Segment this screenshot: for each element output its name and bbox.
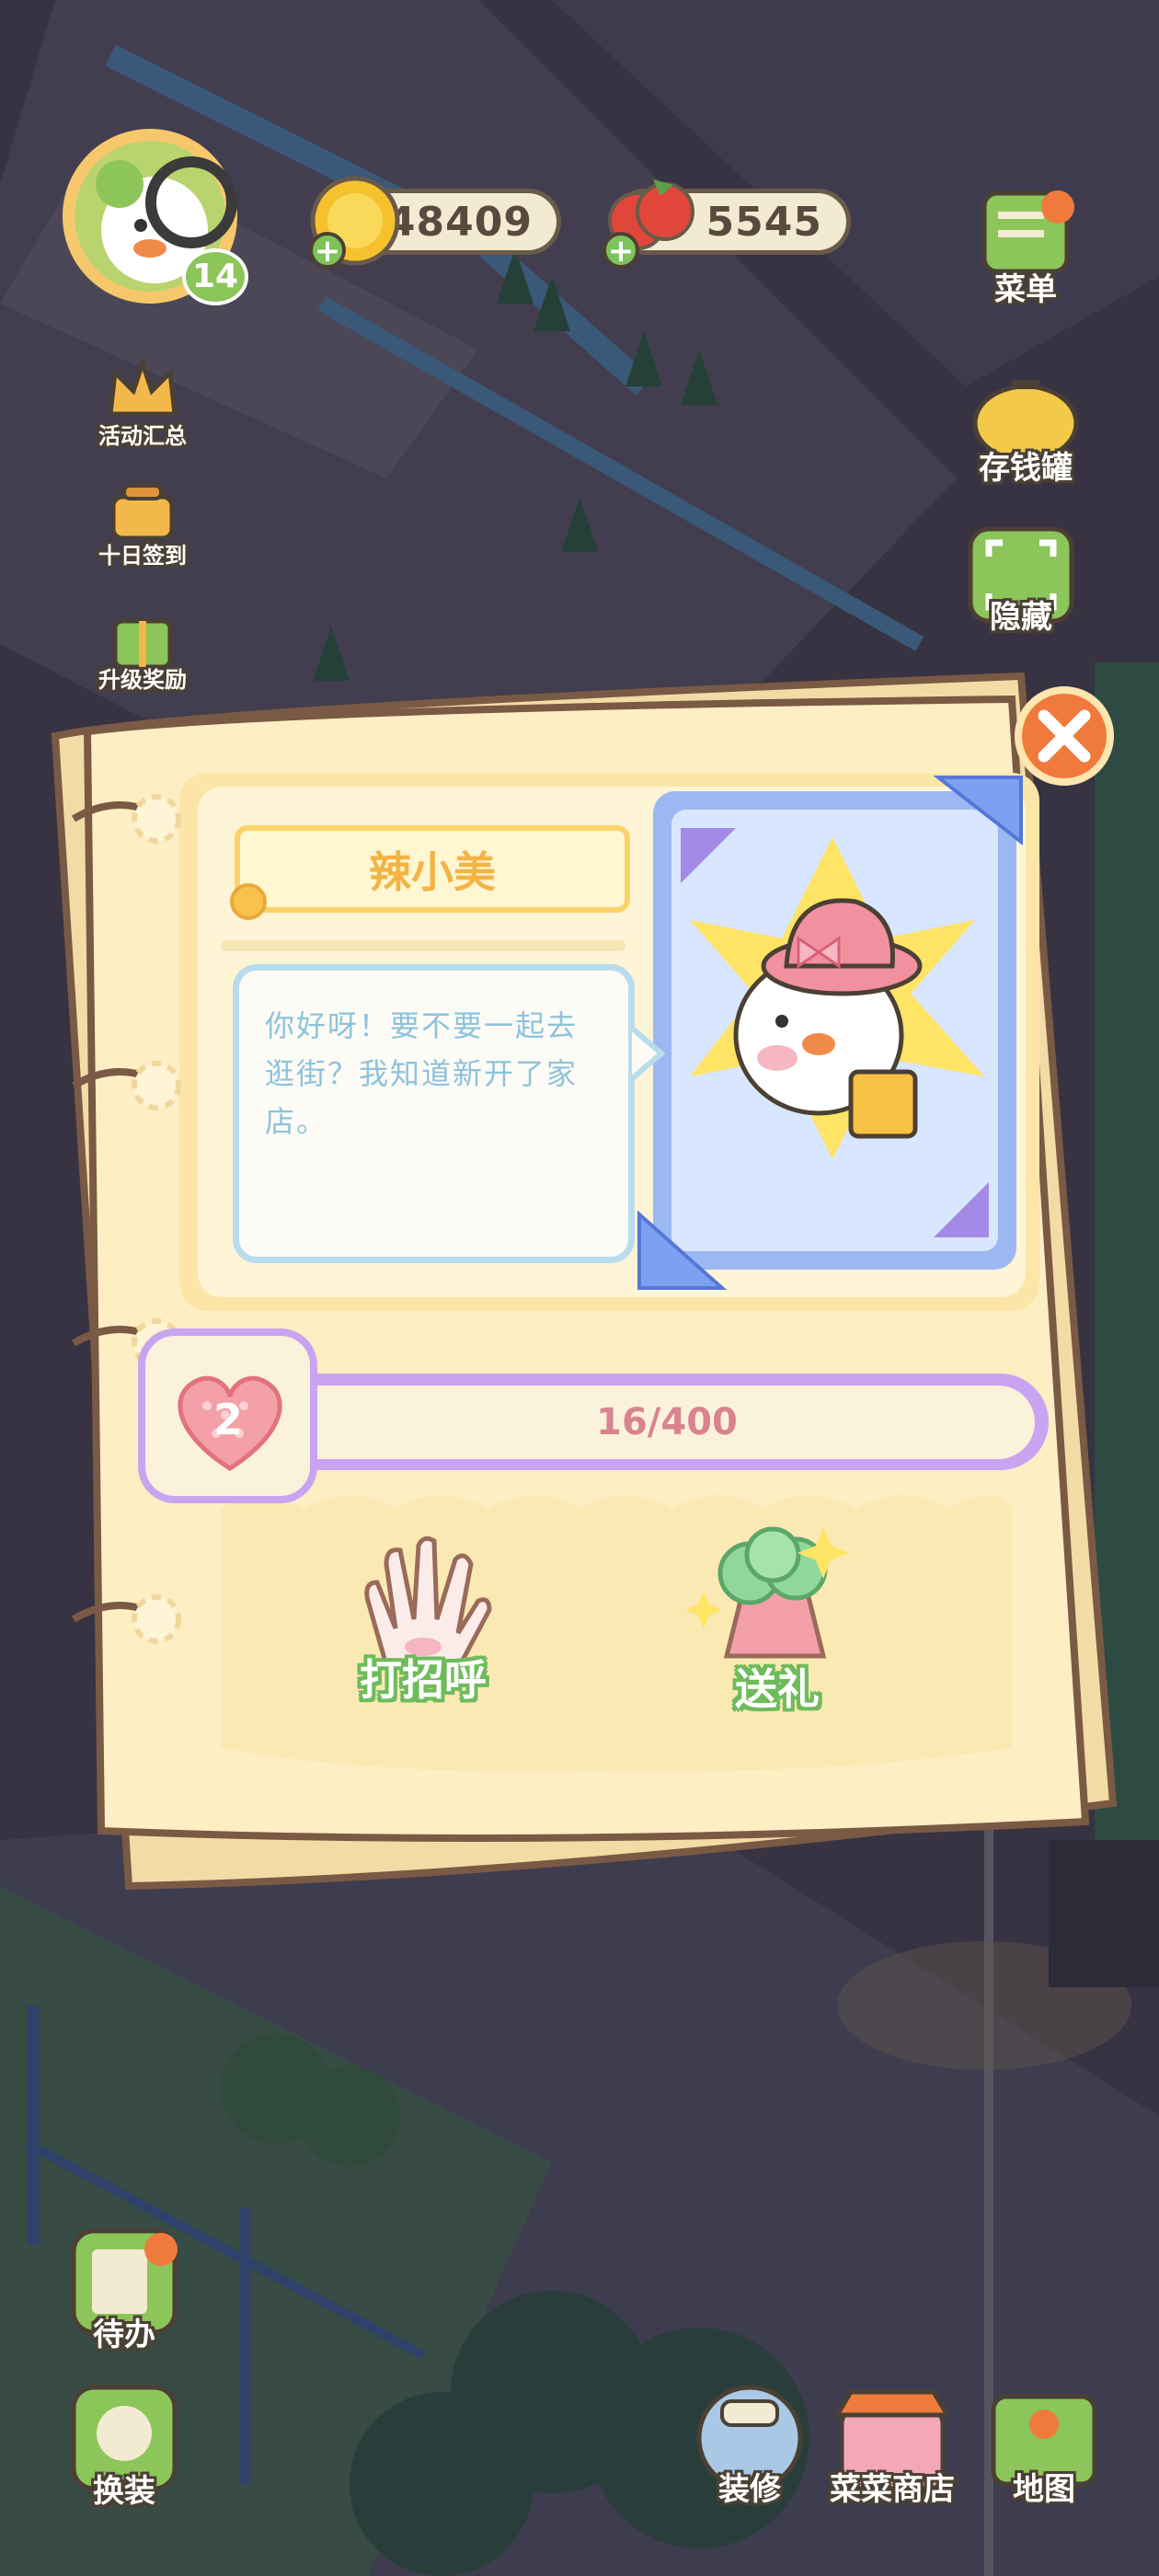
greet-label: 打招呼 xyxy=(360,1655,487,1705)
notebook-panel xyxy=(51,672,1118,1891)
speech-bubble: 你好呀！要不要一起去逛街？我知道新开了家店。 xyxy=(233,964,635,1263)
npc-portrait-icon xyxy=(733,898,923,1139)
speech-tail-icon xyxy=(629,1022,666,1085)
affection-progress: 16/400 xyxy=(596,1401,738,1443)
npc-name-tag: 辣小美 xyxy=(235,825,630,913)
affection-level: 2 xyxy=(212,1395,243,1444)
gift-label: 送礼 xyxy=(735,1664,820,1714)
speech-text: 你好呀！要不要一起去逛街？我知道新开了家店。 xyxy=(265,1008,579,1139)
npc-dialog: 辣小美 你好呀！要不要一起去逛街？我知道新开了家店。 16/400 2 打招呼 … xyxy=(0,0,1159,2576)
name-tag-dot-icon xyxy=(230,883,267,920)
gift-bouquet-icon xyxy=(685,1526,849,1659)
close-icon xyxy=(1015,686,1114,786)
npc-name: 辣小美 xyxy=(369,846,496,897)
game-screen: 14 48409 + 5545 + 菜单 存钱罐 隐藏 活动汇总 十日签到 升级… xyxy=(0,0,1159,2576)
close-button[interactable] xyxy=(1012,685,1118,787)
